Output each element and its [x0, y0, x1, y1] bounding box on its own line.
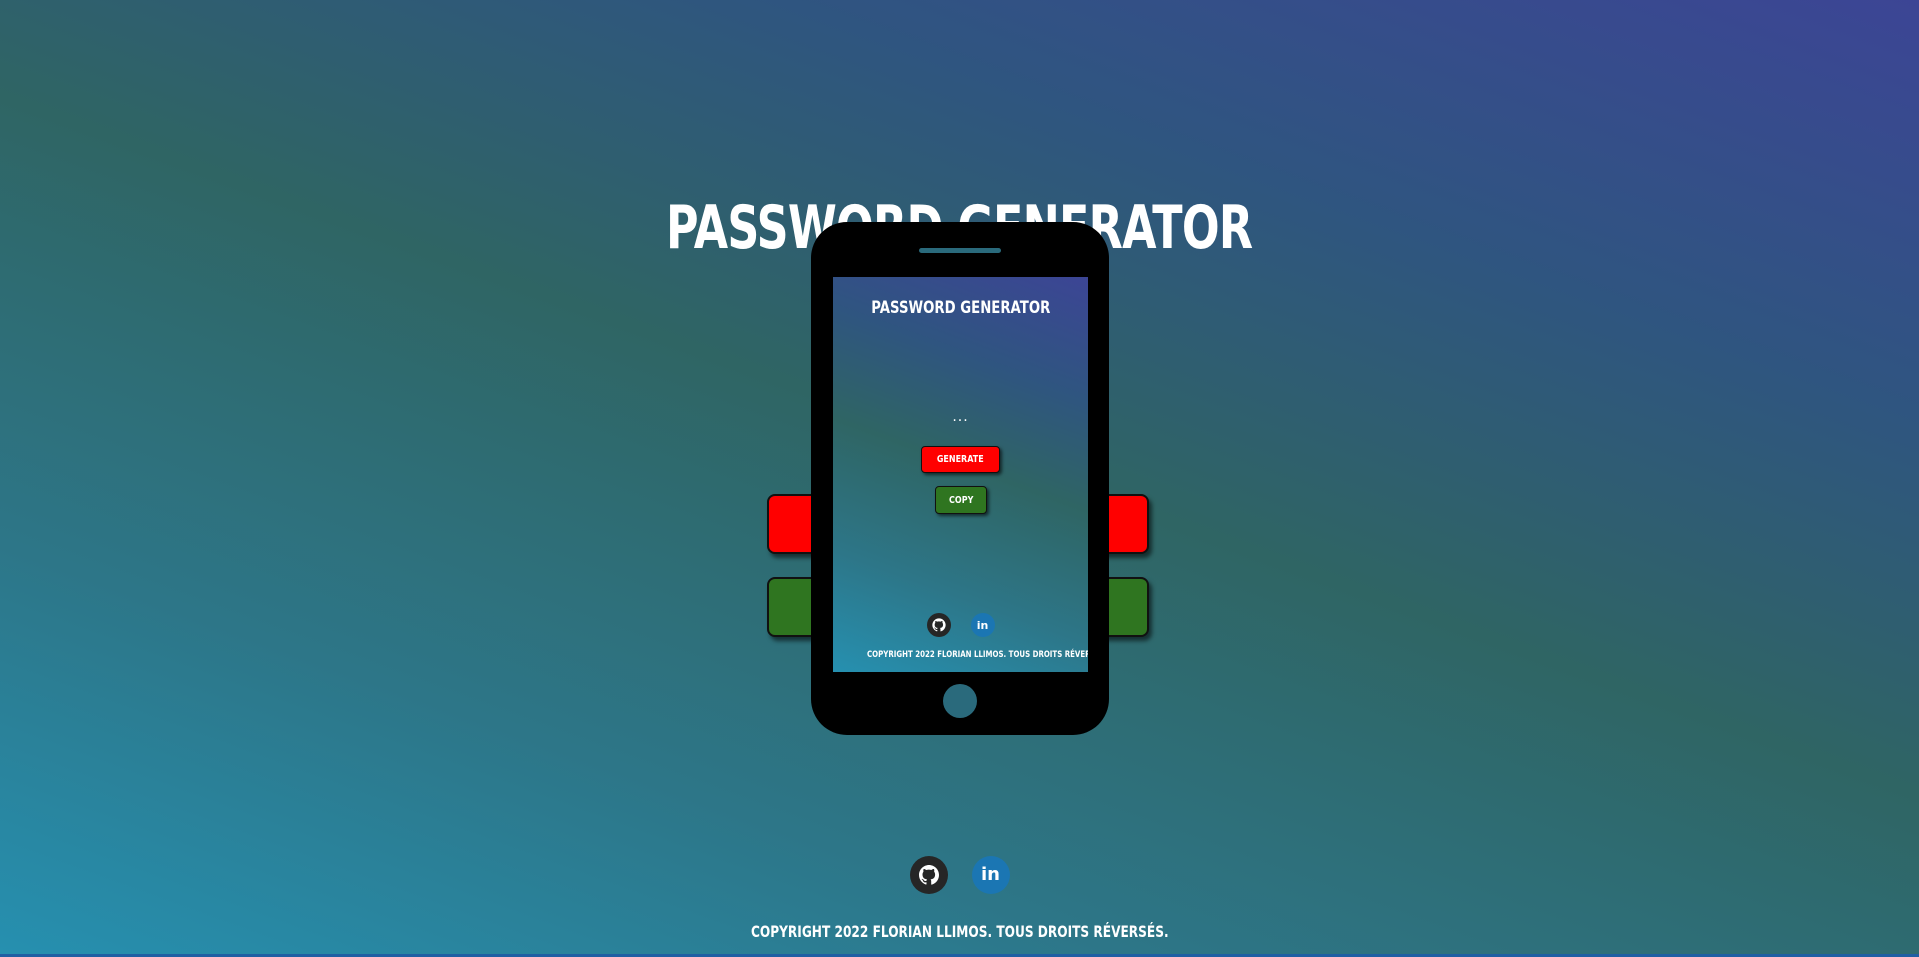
phone-github-link[interactable] — [926, 613, 951, 637]
github-link[interactable] — [909, 856, 948, 894]
linkedin-icon: in — [981, 864, 1000, 885]
github-icon — [918, 865, 939, 885]
copy-button[interactable]: COPY — [935, 486, 987, 514]
social-links: in — [0, 856, 1919, 894]
copyright-text: Copyright 2022 Florian Llimos. Tous droi… — [750, 922, 1169, 941]
generate-button[interactable]: GENERATE — [921, 446, 1000, 473]
phone-linkedin-link[interactable]: in — [970, 613, 995, 637]
phone-screen: PASSWORD GENERATOR ... GENERATE COPY in … — [833, 277, 1088, 672]
password-output: ... — [952, 409, 969, 425]
linkedin-icon: in — [976, 618, 989, 632]
linkedin-link[interactable]: in — [971, 856, 1010, 894]
phone-mockup: PASSWORD GENERATOR ... GENERATE COPY in … — [811, 222, 1109, 735]
phone-speaker — [919, 248, 1001, 253]
phone-copyright-text: Copyright 2022 Florian Llimos. Tous droi… — [867, 650, 1088, 660]
phone-home-button — [943, 684, 977, 718]
phone-social-links: in — [833, 613, 1088, 637]
phone-page-title: PASSWORD GENERATOR — [870, 298, 1051, 318]
github-icon — [931, 618, 946, 632]
